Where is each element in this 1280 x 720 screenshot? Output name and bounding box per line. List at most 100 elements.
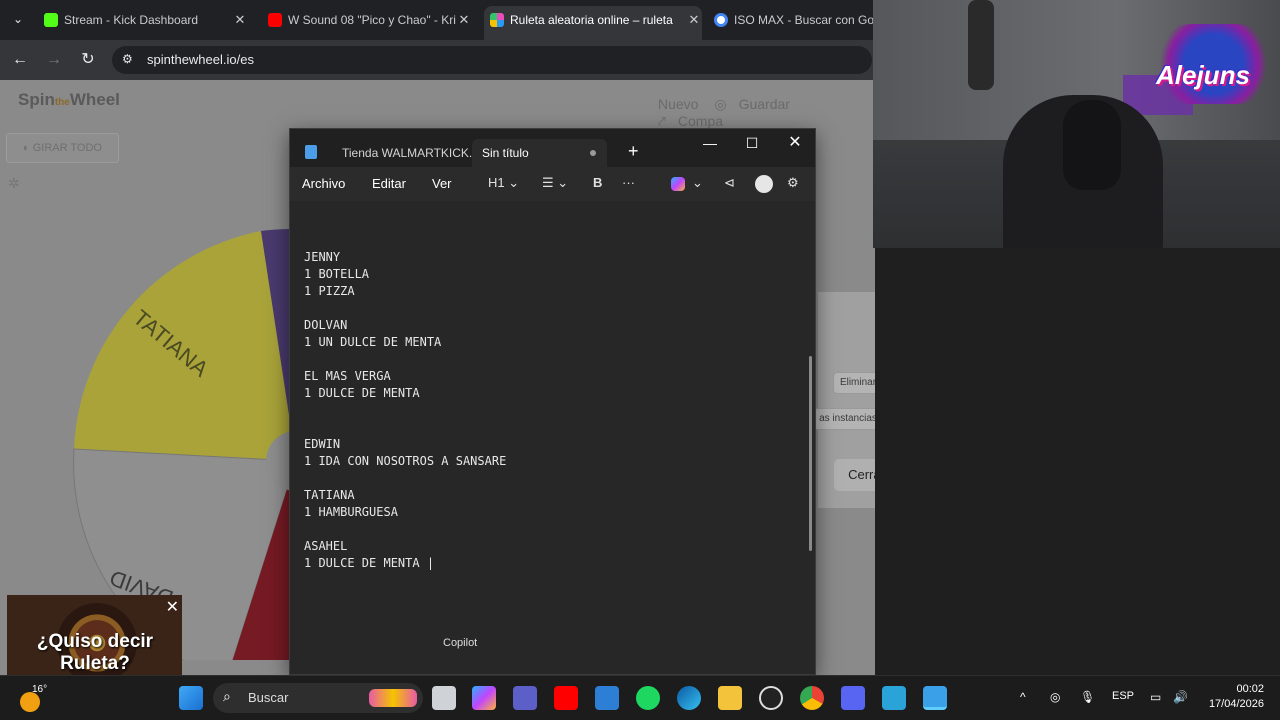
- weather-icon: [20, 692, 40, 712]
- time: 00:02: [1236, 683, 1264, 695]
- punching-bag-image: [968, 0, 994, 90]
- site-logo[interactable]: SpintheWheel: [18, 90, 120, 110]
- notepad-menubar: Archivo Editar Ver H1 ⌄ ☰ ⌄ B ··· ⌄ ⊲ ⚙: [290, 167, 815, 201]
- youtube-icon: [268, 13, 282, 27]
- notepad-tab-active[interactable]: Sin título: [472, 139, 607, 167]
- wheel-modal: Eliminar as instancias Cerrar: [814, 292, 875, 508]
- forward-icon[interactable]: →: [44, 50, 64, 70]
- browser-tab-kick[interactable]: Stream - Kick Dashboard ✕: [38, 6, 248, 34]
- date: 17/04/2026: [1208, 698, 1264, 710]
- chevron-down-icon: ⌄: [557, 175, 569, 190]
- browser-toolbar: ← → ↻ ⚙ spinthewheel.io/es: [0, 40, 875, 80]
- start-icon[interactable]: [179, 686, 203, 710]
- ad-popup[interactable]: ¿Quiso decir Ruleta? ✕: [7, 595, 182, 675]
- copilot-tooltip: Copilot: [443, 637, 478, 649]
- taskbar-search[interactable]: ⌕ Buscar: [213, 683, 423, 713]
- gear-icon[interactable]: ⚙: [787, 175, 799, 191]
- clock[interactable]: 00:02 17/04/2026: [1196, 682, 1264, 712]
- spin-all-label: GIRAR TODO: [32, 142, 102, 154]
- tab-label: Ruleta aleatoria online – ruleta: [510, 13, 673, 27]
- site-settings-icon[interactable]: ⚙: [122, 52, 133, 66]
- scrollbar[interactable]: [809, 356, 812, 551]
- address-bar[interactable]: ⚙ spinthewheel.io/es: [112, 46, 872, 74]
- obs-icon[interactable]: [759, 686, 783, 710]
- discord-icon[interactable]: [841, 686, 865, 710]
- search-placeholder: Buscar: [248, 690, 289, 705]
- location-icon: ◎: [1050, 690, 1061, 704]
- close-tab-icon[interactable]: ✕: [232, 6, 248, 34]
- taskbar: 16° ⌕ Buscar ^ ◎ 🎙 ESP ▭ 🔊 00:02 17/04/2…: [0, 675, 1280, 720]
- show-hidden-icons-icon[interactable]: ^: [1020, 690, 1026, 704]
- chevron-down-icon[interactable]: ⌄: [692, 175, 703, 191]
- volume-icon[interactable]: 🔊: [1173, 690, 1188, 704]
- reload-icon[interactable]: ↻: [78, 50, 98, 70]
- delete-button[interactable]: Eliminar: [833, 372, 875, 394]
- spotify-icon[interactable]: [636, 686, 660, 710]
- notepad-editor[interactable]: JENNY 1 BOTELLA 1 PIZZA DOLVAN 1 UN DULC…: [290, 201, 815, 674]
- notepad-text[interactable]: JENNY 1 BOTELLA 1 PIZZA DOLVAN 1 UN DULC…: [304, 249, 794, 572]
- logo-part: Wheel: [69, 90, 120, 109]
- search-icon: ⌕: [223, 688, 231, 704]
- close-icon[interactable]: ✕: [166, 597, 179, 617]
- new-button[interactable]: Nuevo: [658, 96, 698, 112]
- close-tab-icon[interactable]: ✕: [456, 6, 472, 34]
- url-text: spinthewheel.io/es: [147, 52, 254, 67]
- streamer-head-image: [1063, 100, 1121, 190]
- notepad-window: Tienda WALMARTKICK.txt Sin título + — ☐ …: [289, 128, 816, 675]
- notepad-titlebar: Tienda WALMARTKICK.txt Sin título + — ☐ …: [290, 129, 815, 167]
- save-button[interactable]: Guardar: [739, 96, 790, 112]
- new-tab-icon[interactable]: +: [628, 141, 639, 162]
- streamer-logo-text: Alejuns: [1156, 60, 1250, 90]
- spinwheel-icon: [490, 13, 504, 27]
- site-actions: Nuevo ◎ Guardar ⤤ Compa: [658, 96, 875, 130]
- language-indicator[interactable]: ESP: [1112, 690, 1134, 702]
- spin-all-button[interactable]: ◐ GIRAR TODO: [6, 133, 119, 163]
- store-icon[interactable]: [595, 686, 619, 710]
- tab-search-chevron-icon[interactable]: ⌄: [6, 8, 30, 30]
- list-dropdown[interactable]: ☰ ⌄: [542, 175, 568, 191]
- list-icon: ☰: [542, 175, 554, 190]
- menu-editar[interactable]: Editar: [372, 176, 406, 191]
- edge-icon[interactable]: [677, 686, 701, 710]
- google-icon: [714, 13, 728, 27]
- settings-icon[interactable]: ✲: [8, 175, 20, 192]
- heading-label: H1: [488, 175, 505, 190]
- browser-tab-youtube[interactable]: W Sound 08 "Pico y Chao" - Kri ✕: [262, 6, 472, 34]
- file-explorer-icon[interactable]: [718, 686, 742, 710]
- maximize-icon[interactable]: ☐: [737, 133, 767, 153]
- minimize-icon[interactable]: —: [695, 133, 725, 153]
- tab-label: Stream - Kick Dashboard: [64, 13, 199, 27]
- snipping-tool-icon[interactable]: [882, 686, 906, 710]
- notepad-taskbar-icon[interactable]: [923, 686, 947, 710]
- close-tab-icon[interactable]: ✕: [686, 6, 702, 34]
- logo-part: the: [54, 97, 70, 108]
- menu-archivo[interactable]: Archivo: [302, 176, 345, 191]
- copilot-icon[interactable]: [671, 177, 685, 191]
- teams-icon[interactable]: [513, 686, 537, 710]
- ad-text: ¿Quiso decir Ruleta?: [36, 631, 154, 674]
- menu-ver[interactable]: Ver: [432, 176, 452, 191]
- browser-tab-google[interactable]: ISO MAX - Buscar con Goog: [708, 6, 873, 34]
- copilot-icon[interactable]: [472, 686, 496, 710]
- network-icon[interactable]: ▭: [1150, 690, 1161, 704]
- instances-button[interactable]: as instancias: [814, 408, 875, 430]
- close-button[interactable]: Cerrar: [834, 459, 875, 491]
- more-icon[interactable]: ···: [622, 175, 635, 190]
- youtube-icon[interactable]: [554, 686, 578, 710]
- search-highlight-icon: [369, 689, 417, 707]
- bold-icon[interactable]: B: [593, 175, 602, 190]
- avatar[interactable]: [755, 175, 773, 193]
- back-icon[interactable]: ←: [10, 50, 30, 70]
- tab-label: ISO MAX - Buscar con Goog: [734, 13, 873, 27]
- browser-tab-ruleta[interactable]: Ruleta aleatoria online – ruleta ✕: [484, 6, 702, 40]
- announcement-icon[interactable]: ⊲: [724, 175, 735, 191]
- microphone-icon[interactable]: 🎙: [1080, 690, 1095, 704]
- notepad-tab[interactable]: Tienda WALMARTKICK.txt: [342, 139, 485, 167]
- chrome-icon[interactable]: [800, 686, 824, 710]
- logo-part: Spin: [18, 90, 55, 109]
- close-window-icon[interactable]: ✕: [780, 133, 810, 153]
- share-button[interactable]: Compa: [678, 113, 723, 129]
- heading-dropdown[interactable]: H1 ⌄: [488, 175, 519, 191]
- task-view-icon[interactable]: [432, 686, 456, 710]
- notepad-icon: [305, 145, 317, 159]
